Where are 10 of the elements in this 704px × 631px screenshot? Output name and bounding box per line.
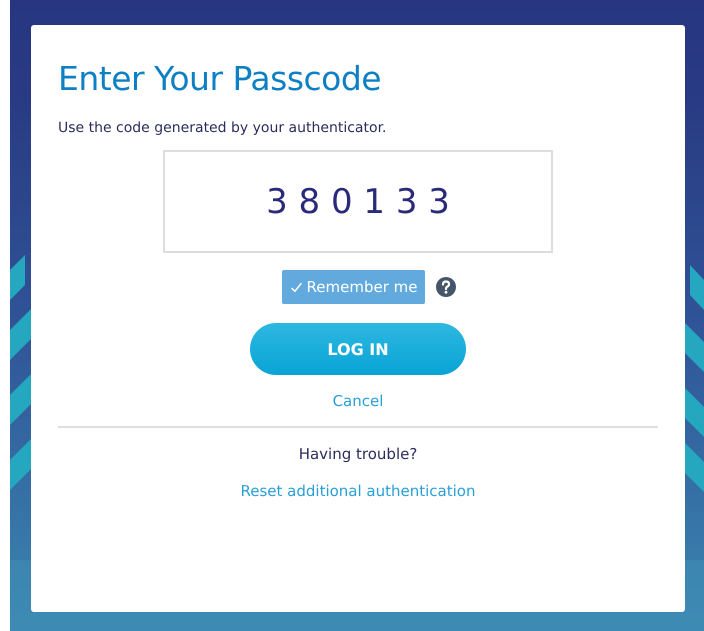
instruction-text: Use the code generated by your authenticator. <box>58 120 386 136</box>
passcode-field[interactable]: 3 8 0 1 3 3 <box>163 150 553 253</box>
remember-me-toggle[interactable]: Remember me <box>282 270 426 304</box>
login-button[interactable]: LOG IN <box>250 323 466 375</box>
help-icon[interactable] <box>436 277 456 297</box>
checkmark-icon <box>290 280 303 294</box>
trouble-text: Having trouble? <box>298 445 418 463</box>
reset-authentication-link[interactable]: Reset additional authentication <box>240 482 476 500</box>
cancel-link[interactable]: Cancel <box>332 392 384 410</box>
page-title: Enter Your Passcode <box>58 59 382 98</box>
